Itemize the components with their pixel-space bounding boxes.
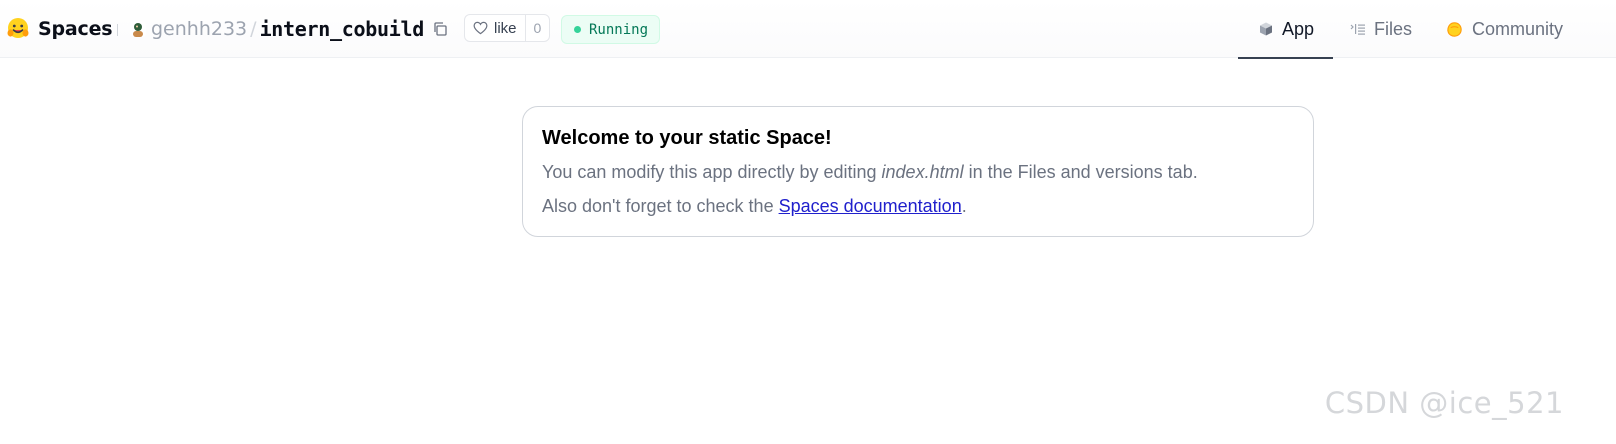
cube-icon [1260,22,1272,36]
card-paragraph-edit: You can modify this app directly by edit… [542,161,1294,183]
tab-community-label: Community [1472,18,1564,39]
watermark: CSDN @ice_521 [1324,386,1564,420]
tab-community[interactable]: Community [1445,0,1563,58]
like-button[interactable]: like [465,15,525,41]
heart-icon [473,21,488,35]
index-html-filename: index.html [881,162,964,182]
tab-app-label: App [1282,18,1315,39]
docs-text-after: . [961,196,967,216]
status-badge[interactable]: Running [561,15,660,44]
tab-files-label: Files [1374,18,1413,39]
owner-avatar[interactable] [130,21,146,37]
top-header: Spaces genhh233 / intern_cobuild like 0 [0,0,1616,59]
welcome-card: Welcome to your static Space! You can mo… [522,106,1314,237]
card-paragraph-docs: Also don't forget to check the Spaces do… [542,195,1294,217]
tab-app[interactable]: App [1238,0,1333,59]
like-group: like 0 [464,14,551,42]
hugging-face-logo-icon [7,18,29,38]
brand[interactable]: Spaces [6,15,113,43]
breadcrumb-separator: / [250,18,257,40]
repo-owner-link[interactable]: genhh233 [151,18,247,40]
brand-label: Spaces [38,18,113,40]
like-label: like [494,19,517,37]
space-tabs: App Files Community [1238,0,1563,59]
repo-name-link[interactable]: intern_cobuild [260,17,425,41]
copy-icon[interactable] [432,21,448,37]
status-label: Running [589,21,649,38]
docs-text-before: Also don't forget to check the [542,196,779,216]
community-hand-icon [1447,21,1462,37]
status-dot-icon [574,26,581,33]
files-list-icon [1350,24,1365,35]
spaces-documentation-link[interactable]: Spaces documentation [779,196,962,216]
edit-text-before: You can modify this app directly by edit… [542,162,882,182]
repo-breadcrumb: genhh233 / intern_cobuild [130,14,448,44]
tab-files[interactable]: Files [1350,0,1430,58]
card-title: Welcome to your static Space! [542,127,832,149]
edit-text-after: in the Files and versions tab. [963,162,1198,182]
divider [117,24,118,36]
like-count[interactable]: 0 [524,15,550,41]
